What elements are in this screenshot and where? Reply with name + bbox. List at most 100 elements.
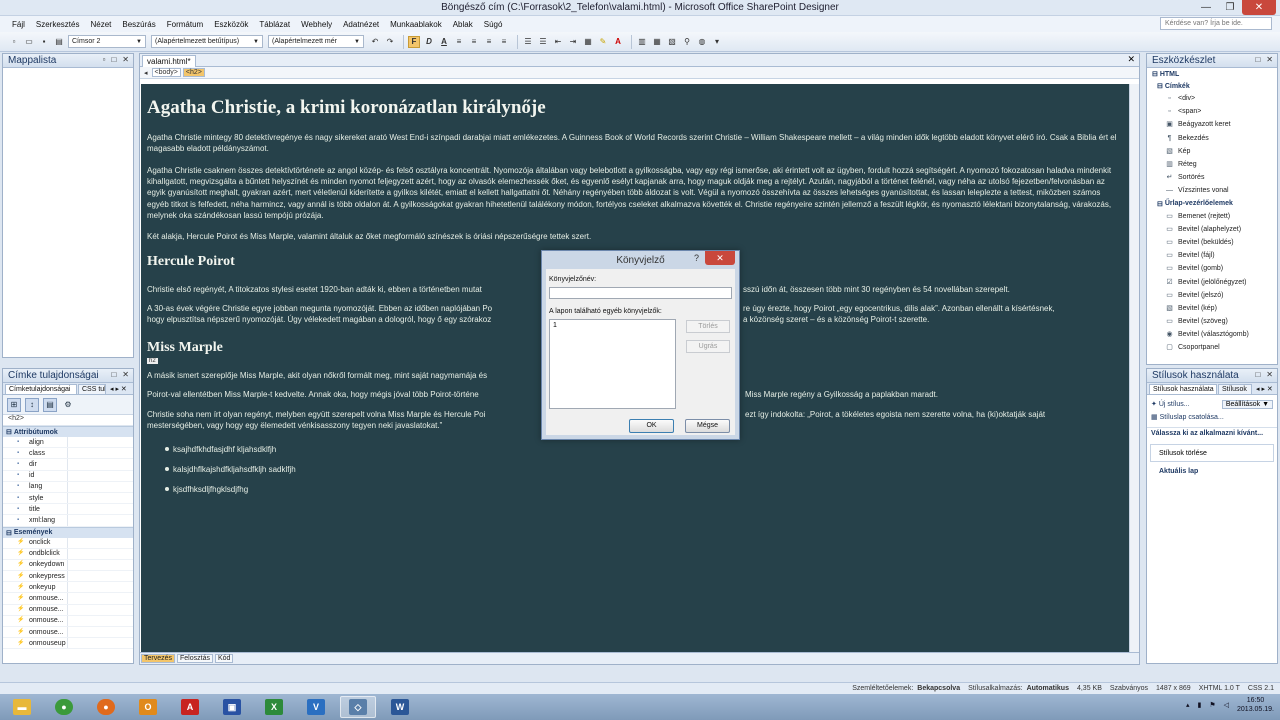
close-window-button[interactable]: ✕: [1242, 0, 1276, 15]
font-select[interactable]: (Alapértelmezett betűtípus) ▼: [151, 35, 263, 48]
highlight-icon[interactable]: ✎: [597, 36, 609, 48]
help-search-input[interactable]: Kérdése van? Írja be ide.: [1160, 17, 1272, 30]
options-dropdown[interactable]: Beállítások ▼: [1221, 399, 1273, 409]
toolbox-item[interactable]: ¶ Bekezdés: [1147, 132, 1277, 145]
menu-edit[interactable]: Szerkesztés: [36, 20, 80, 29]
help-icon[interactable]: ?: [694, 253, 699, 263]
close-icon[interactable]: ✕: [1266, 370, 1273, 379]
close-document-icon[interactable]: ✕: [1127, 54, 1135, 65]
align-right-icon[interactable]: ≡: [483, 36, 495, 48]
new-page-icon[interactable]: ▫: [8, 36, 20, 48]
justify-icon[interactable]: ≡: [498, 36, 510, 48]
align-center-icon[interactable]: ≡: [468, 36, 480, 48]
vertical-scrollbar[interactable]: [1129, 84, 1139, 657]
attr-row[interactable]: ▪ lang: [3, 481, 133, 493]
bookmark-name-input[interactable]: [549, 287, 732, 299]
crumb-body[interactable]: <body>: [151, 68, 181, 77]
tab-tag-properties[interactable]: Címketulajdonságai: [5, 384, 77, 394]
save-app-taskbar-button[interactable]: ▣: [214, 696, 250, 718]
toolbox-item[interactable]: ▫ <span>: [1147, 105, 1277, 118]
maximize-icon[interactable]: □: [1255, 370, 1260, 379]
visual-aids-value[interactable]: Bekapcsolva: [917, 685, 960, 692]
toolbox-item[interactable]: ▧ Bevitel (kép): [1147, 302, 1277, 315]
image-icon[interactable]: ▧: [666, 36, 678, 48]
event-row[interactable]: ⚡ onkeypress: [3, 571, 133, 583]
redo-icon[interactable]: ↷: [384, 36, 396, 48]
tray-expand-icon[interactable]: ▴: [1186, 701, 1190, 709]
maximize-icon[interactable]: □: [1255, 55, 1260, 64]
restore-icon[interactable]: ▫: [103, 55, 106, 64]
attr-row[interactable]: ▪ style: [3, 492, 133, 505]
visio-taskbar-button[interactable]: V: [298, 696, 334, 718]
event-row[interactable]: ⚡ onclick: [3, 537, 133, 549]
flag-icon[interactable]: ⚑: [1209, 701, 1215, 709]
section-form-controls[interactable]: ⊟ Űrlap-vezérlőelemek: [1147, 198, 1277, 210]
ok-button[interactable]: OK: [629, 419, 674, 433]
attr-row[interactable]: ▪ xml:lang: [3, 515, 133, 527]
menu-window[interactable]: Ablak: [453, 20, 473, 29]
css-version[interactable]: CSS 2.1: [1248, 685, 1274, 692]
attr-row[interactable]: ▪ dir: [3, 459, 133, 471]
hyperlink-icon[interactable]: ⚲: [681, 36, 693, 48]
toolbox-item[interactable]: ▭ Bevitel (jelszó): [1147, 289, 1277, 302]
open-icon[interactable]: ▭: [23, 36, 35, 48]
toolbox-item[interactable]: ☑ Bevitel (jelölőnégyzet): [1147, 275, 1277, 288]
tab-scroll-icon[interactable]: ◂ ▸ ✕: [1253, 384, 1276, 394]
tab-split[interactable]: Felosztás: [177, 654, 213, 663]
event-row[interactable]: ⚡ onmouseup: [3, 638, 133, 650]
style-select[interactable]: Címsor 2 ▼: [68, 35, 146, 48]
list-item[interactable]: kalsjdhflkajshdfkljahsdfkljh sadklfjh: [165, 465, 296, 474]
paragraph-3[interactable]: Két alakja, Hercule Poirot és Miss Marpl…: [147, 231, 1117, 242]
event-row[interactable]: ⚡ onmouse...: [3, 593, 133, 605]
menu-format[interactable]: Formátum: [167, 20, 203, 29]
event-row[interactable]: ⚡ onkeyup: [3, 582, 133, 594]
event-row[interactable]: ⚡ onkeydown: [3, 559, 133, 572]
style-app-value[interactable]: Automatikus: [1027, 685, 1069, 692]
event-row[interactable]: ⚡ ondblclick: [3, 548, 133, 560]
tab-css-properties[interactable]: CSS tula: [78, 384, 106, 394]
tab-valami-html[interactable]: valami.html*: [142, 55, 196, 67]
crumb-scroll-icon[interactable]: ◂: [142, 69, 150, 77]
menu-file[interactable]: Fájl: [12, 20, 25, 29]
size-select[interactable]: (Alapértelmezett mér ▼: [268, 35, 364, 48]
toolbox-item[interactable]: ↵ Sortörés: [1147, 171, 1277, 184]
firefox-taskbar-button[interactable]: ●: [88, 696, 124, 718]
toolbox-item[interactable]: ― Vízszintes vonal: [1147, 184, 1277, 197]
toolbox-item[interactable]: ▭ Bevitel (fájl): [1147, 249, 1277, 262]
crumb-h2[interactable]: <h2>: [182, 68, 205, 77]
attr-row[interactable]: ▪ align: [3, 437, 133, 449]
toolbox-item[interactable]: ▥ Réteg: [1147, 158, 1277, 171]
save-icon[interactable]: ▪: [38, 36, 50, 48]
show-set-props-icon[interactable]: ▤: [43, 397, 57, 412]
chrome-taskbar-button[interactable]: ●: [46, 696, 82, 718]
menu-taskpanes[interactable]: Munkaablakok: [390, 20, 442, 29]
properties-icon[interactable]: ⚙: [61, 398, 75, 412]
menu-dataview[interactable]: Adatnézet: [343, 20, 379, 29]
attr-row[interactable]: ▪ class: [3, 448, 133, 460]
event-row[interactable]: ⚡ onmouse...: [3, 627, 133, 639]
cancel-button[interactable]: Mégse: [685, 419, 730, 433]
toolbox-item[interactable]: ▧ Kép: [1147, 145, 1277, 158]
tab-design[interactable]: Tervezés: [141, 654, 176, 663]
outdent-icon[interactable]: ⇤: [552, 36, 564, 48]
goto-button[interactable]: Ugrás: [686, 340, 730, 353]
maximize-icon[interactable]: □: [111, 55, 116, 64]
clear-styles-item[interactable]: Stílusok törlése: [1150, 444, 1274, 462]
categorize-icon[interactable]: ⊞: [7, 397, 21, 412]
bookmarks-list[interactable]: 1: [549, 319, 676, 409]
acrobat-taskbar-button[interactable]: A: [172, 696, 208, 718]
page-dimensions[interactable]: 1487 x 869: [1156, 685, 1191, 692]
section-events[interactable]: ⊟ Események: [3, 526, 133, 538]
list-item[interactable]: ksajhdfkhdfasjdhf kljahsdklfjh: [164, 445, 276, 454]
excel-taskbar-button[interactable]: X: [256, 696, 292, 718]
volume-icon[interactable]: ◁: [1224, 701, 1229, 709]
tab-apply-styles[interactable]: Stílusok használata: [1149, 384, 1217, 394]
toolbox-item[interactable]: ▭ Bevitel (gomb): [1147, 262, 1277, 275]
font-color-icon[interactable]: A: [612, 36, 624, 48]
tab-manage-styles[interactable]: Stílusok: [1218, 384, 1252, 394]
attr-row[interactable]: ▪ title: [3, 504, 133, 516]
sort-icon[interactable]: ↕: [25, 397, 39, 412]
list-item[interactable]: 1: [553, 322, 557, 329]
toolbox-item[interactable]: ▭ Bevitel (beküldés): [1147, 236, 1277, 249]
attach-stylesheet-link[interactable]: ▦ Stíluslap csatolása...: [1147, 413, 1277, 425]
